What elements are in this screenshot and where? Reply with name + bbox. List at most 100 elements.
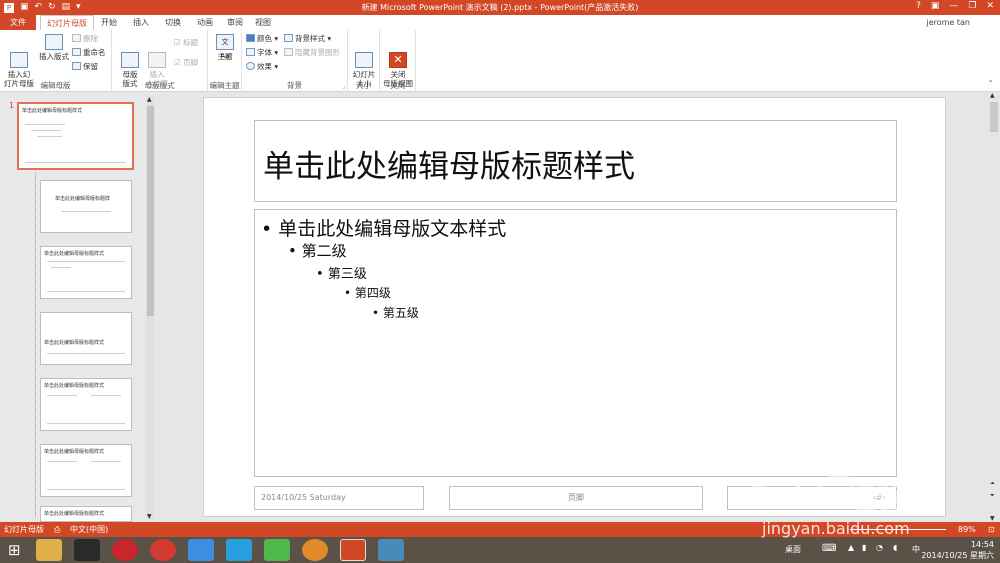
preserve-button[interactable]: 保留: [72, 62, 98, 72]
iqiyi-icon[interactable]: [264, 539, 290, 561]
scrollbar-thumb[interactable]: [990, 102, 998, 132]
background-styles-icon: [284, 34, 293, 42]
clock-date: 2014/10/25 星期六: [921, 551, 994, 560]
text-level-2: • 第二级: [288, 242, 347, 260]
effects-button[interactable]: 效果 ▾: [246, 62, 278, 72]
title-bar: P ▣ ↶ ↻ ▤ ▾ 新建 Microsoft PowerPoint 演示文稿…: [0, 0, 1000, 15]
slide-number-placeholder[interactable]: ‹#›: [727, 486, 897, 510]
user-name[interactable]: jerome tan: [926, 15, 970, 30]
text-level-4: • 第四级: [344, 286, 391, 300]
help-icon[interactable]: ?: [916, 1, 921, 11]
network-icon[interactable]: [226, 539, 252, 561]
powerpoint-icon[interactable]: [340, 539, 366, 561]
window-title: 新建 Microsoft PowerPoint 演示文稿 (2).pptx - …: [361, 3, 639, 12]
tab-file[interactable]: 文件: [0, 15, 36, 30]
file-explorer-icon[interactable]: [36, 539, 62, 561]
ribbon-display-icon[interactable]: ▣: [931, 1, 940, 11]
dialog-launcher-icon[interactable]: ⌟: [342, 83, 345, 90]
qq-icon[interactable]: [74, 539, 100, 561]
next-slide-icon[interactable]: ⏷: [990, 492, 995, 500]
slide-canvas[interactable]: 单击此处编辑母版标题样式 • 单击此处编辑母版文本样式 • 第二级 • 第三级 …: [203, 97, 946, 517]
fonts-button[interactable]: 字体 ▾: [246, 48, 278, 58]
media-player-icon[interactable]: [302, 539, 328, 561]
delete-button[interactable]: 删除: [72, 34, 98, 44]
tab-slide-master[interactable]: 幻灯片母版: [40, 15, 94, 30]
thumbnail-slide-master[interactable]: 单击此处编辑母版标题样式: [17, 102, 134, 170]
battery-icon[interactable]: ▮: [862, 543, 866, 552]
thumbnail-layout-1[interactable]: 单击此处编辑母版标题样: [40, 180, 132, 233]
thumbnail-scrollbar[interactable]: ▲ ▼: [146, 96, 155, 520]
checkbox-checked-icon: ☑: [174, 38, 181, 47]
tab-animations[interactable]: 动画: [192, 15, 218, 30]
zoom-level[interactable]: 89%: [958, 522, 976, 537]
language-indicator[interactable]: 中文(中国): [70, 522, 108, 537]
clock-time: 14:54: [970, 540, 994, 549]
title-placeholder[interactable]: 单击此处编辑母版标题样式: [254, 120, 897, 202]
photos-icon[interactable]: [378, 539, 404, 561]
footer-placeholder[interactable]: 页脚: [449, 486, 703, 510]
themes-button[interactable]: 文Aa 主题: [212, 34, 238, 61]
group-label-close: 关闭: [390, 81, 405, 90]
collapse-ribbon-icon[interactable]: ⌃: [987, 79, 994, 88]
insert-placeholder-icon: [148, 52, 166, 68]
volume-icon[interactable]: ◖: [893, 543, 897, 552]
scroll-down-icon[interactable]: ▼: [990, 515, 995, 522]
thumbnail-layout-2[interactable]: 单击此处编辑母版标题样式: [40, 246, 132, 299]
insert-slide-master-icon: [10, 52, 28, 68]
delete-icon: [72, 34, 81, 42]
fit-slide-icon[interactable]: ⊡: [988, 522, 995, 537]
ribbon-tabs: 文件 幻灯片母版 开始 插入 切换 动画 审阅 视图 jerome tan: [0, 15, 1000, 30]
wifi-icon[interactable]: ◔: [876, 543, 883, 552]
view-indicator: 幻灯片母版: [4, 525, 44, 534]
slide-size-icon: [355, 52, 373, 68]
scrollbar-thumb[interactable]: [147, 106, 154, 316]
close-icon[interactable]: ✕: [986, 1, 994, 11]
tray-arrow-icon[interactable]: ▲: [848, 543, 854, 552]
minimize-icon[interactable]: —: [949, 1, 958, 11]
colors-icon: [246, 34, 255, 42]
sogou-icon[interactable]: [150, 539, 176, 561]
scroll-up-icon[interactable]: ▲: [990, 92, 995, 99]
thumbnail-layout-6[interactable]: 单击此处编辑母版标题样式: [40, 506, 132, 522]
title-placeholder-text: 单击此处编辑母版标题样式: [263, 149, 635, 185]
footer-checkbox[interactable]: ☑ 页脚: [174, 58, 198, 68]
body-placeholder[interactable]: • 单击此处编辑母版文本样式 • 第二级 • 第三级 • 第四级 • 第五级: [254, 209, 897, 477]
checkbox-checked-icon: ☑: [174, 58, 181, 67]
baidu-cloud-icon[interactable]: [188, 539, 214, 561]
windows-start-icon[interactable]: ⊞: [8, 541, 21, 559]
tab-transitions[interactable]: 切换: [160, 15, 186, 30]
layout-connector: [35, 172, 36, 517]
title-checkbox[interactable]: ☑ 标题: [174, 38, 198, 48]
zoom-slider[interactable]: [850, 529, 946, 530]
workspace: 1 单击此处编辑母版标题样式 单击此处编辑母版标题样 单击此处编辑母版标题样式 …: [0, 92, 1000, 522]
background-styles-button[interactable]: 背景样式 ▾: [284, 34, 331, 44]
insert-layout-button[interactable]: 插入版式: [38, 34, 70, 61]
thumbnail-layout-5[interactable]: 单击此处编辑母版标题样式: [40, 444, 132, 497]
date-placeholder[interactable]: 2014/10/25 Saturday: [254, 486, 424, 510]
thumbnail-layout-3[interactable]: 单击此处编辑母版标题样式: [40, 312, 132, 365]
preserve-icon: [72, 62, 81, 70]
tab-review[interactable]: 审阅: [222, 15, 248, 30]
netease-music-icon[interactable]: [112, 539, 138, 561]
tab-home[interactable]: 开始: [96, 15, 122, 30]
thumbnail-layout-4[interactable]: 单击此处编辑母版标题样式: [40, 378, 132, 431]
group-close: ✕ 关闭 母版视图 关闭: [380, 30, 416, 92]
scroll-up-icon[interactable]: ▲: [147, 96, 152, 103]
tab-view[interactable]: 视图: [250, 15, 276, 30]
hide-background-graphics-checkbox[interactable]: 隐藏背景图形: [284, 48, 340, 58]
restore-icon[interactable]: ❐: [968, 1, 976, 11]
themes-icon: 文Aa: [216, 34, 234, 60]
slide-scrollbar[interactable]: ▲ ⏶ ⏷ ▼: [988, 92, 1000, 522]
tab-insert[interactable]: 插入: [128, 15, 154, 30]
spellcheck-icon[interactable]: ⎙: [54, 522, 60, 537]
slide-edit-area: 单击此处编辑母版标题样式 • 单击此处编辑母版文本样式 • 第二级 • 第三级 …: [157, 92, 988, 522]
clock[interactable]: 14:54 2014/10/25 星期六: [921, 539, 994, 561]
scroll-down-icon[interactable]: ▼: [147, 513, 152, 520]
keyboard-icon[interactable]: ⌨: [822, 543, 836, 554]
group-edit-theme: 文Aa 主题 编辑主题: [208, 30, 242, 92]
ime-indicator[interactable]: 中: [912, 544, 920, 555]
desktop-toolbar-label[interactable]: 桌面: [785, 544, 801, 555]
colors-button[interactable]: 颜色 ▾: [246, 34, 278, 44]
rename-button[interactable]: 重命名: [72, 48, 106, 58]
previous-slide-icon[interactable]: ⏶: [990, 480, 995, 488]
